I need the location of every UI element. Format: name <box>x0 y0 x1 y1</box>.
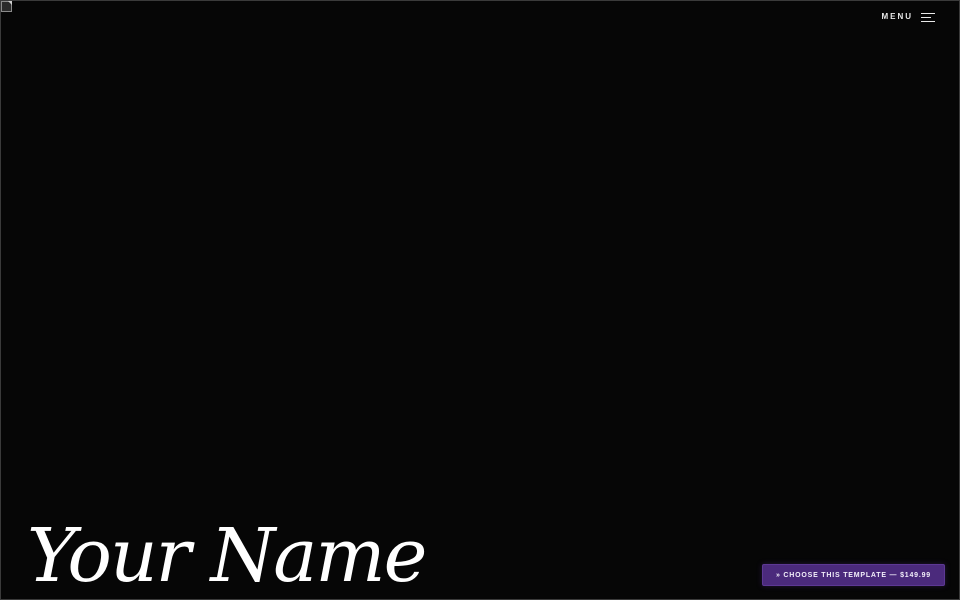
menu-button[interactable]: MENU <box>881 11 935 23</box>
hero-name: Your Name <box>27 513 427 599</box>
page: MENU Your Name » CHOOSE THIS TEMPLATE — … <box>0 0 960 600</box>
choose-template-button[interactable]: » CHOOSE THIS TEMPLATE — $149.99 <box>761 564 945 586</box>
choose-template-label: » CHOOSE THIS TEMPLATE — $149.99 <box>775 571 931 579</box>
menu-label: MENU <box>881 12 913 21</box>
hamburger-icon <box>921 12 935 22</box>
broken-image-icon <box>1 1 12 12</box>
